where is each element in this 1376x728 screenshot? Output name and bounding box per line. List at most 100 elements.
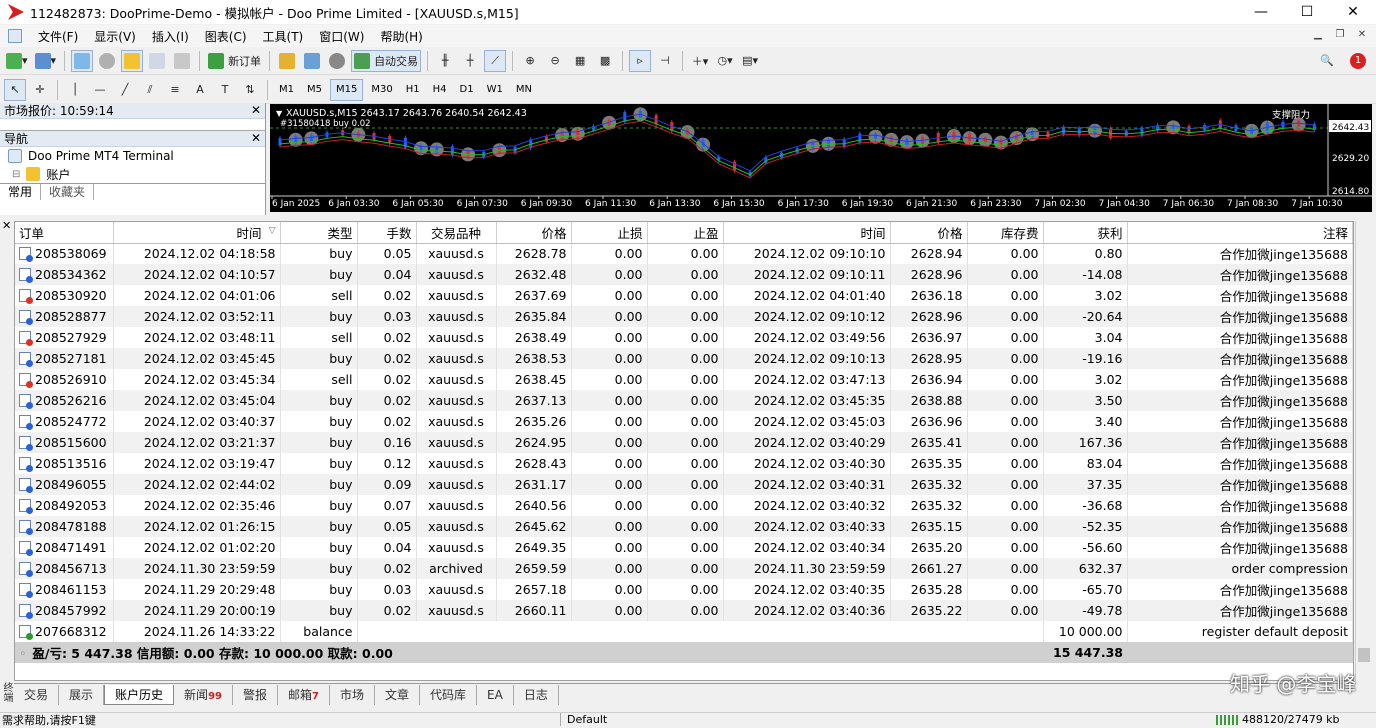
signals-icon[interactable] [301, 50, 323, 72]
minimize-button[interactable]: — [1238, 0, 1284, 24]
history-row[interactable]: 208527181 2024.12.02 03:45:45 buy 0.02 xauus… [15, 348, 1353, 369]
navigator-close-icon[interactable]: ✕ [251, 131, 261, 145]
navigator-toggle-icon[interactable] [121, 49, 144, 72]
arrows-icon[interactable]: ⇅ [239, 79, 261, 101]
close-button[interactable]: ✕ [1330, 0, 1376, 24]
new-chart-button[interactable]: ▾ [4, 50, 30, 72]
market-watch-close-icon[interactable]: ✕ [251, 103, 261, 117]
header-col-profit[interactable]: 获利 [1043, 222, 1128, 244]
history-row[interactable]: 208526910 2024.12.02 03:45:34 sell 0.02 xauu… [15, 369, 1353, 390]
history-row[interactable]: 208530920 2024.12.02 04:01:06 sell 0.02 xauu… [15, 285, 1353, 306]
data-window-icon[interactable] [96, 50, 118, 72]
cursor-icon[interactable]: ↖ [4, 78, 26, 101]
terminal-tab-8[interactable]: 代码库 [420, 684, 478, 705]
menu-help[interactable]: 帮助(H) [372, 28, 430, 45]
header-col-swap[interactable]: 库存费 [967, 222, 1044, 244]
candlestick-icon[interactable]: ┼ [459, 50, 481, 72]
terminal-tab-0[interactable]: 交易 [14, 684, 60, 705]
history-row[interactable]: 208457992 2024.11.29 20:00:19 buy 0.02 xauus… [15, 600, 1353, 621]
header-col-sl[interactable]: 止损 [571, 222, 648, 244]
header-col-close-time[interactable]: 时间 [723, 222, 891, 244]
header-col-order[interactable]: 订单 [15, 222, 114, 244]
terminal-tab-4[interactable]: 警报 [233, 684, 278, 705]
history-row[interactable]: 208478188 2024.12.02 01:26:15 buy 0.05 xauus… [15, 516, 1353, 537]
tab-favorites[interactable]: 收藏夹 [41, 184, 95, 200]
equidistant-channel-icon[interactable]: ⫽ [139, 79, 161, 101]
timeframe-mn[interactable]: MN [511, 79, 537, 101]
menu-window[interactable]: 窗口(W) [311, 28, 372, 45]
history-row[interactable]: 208524772 2024.12.02 03:40:37 buy 0.02 xauus… [15, 411, 1353, 432]
terminal-tab-10[interactable]: 日志 [514, 684, 559, 705]
history-row[interactable]: 208513516 2024.12.02 03:19:47 buy 0.12 xauus… [15, 453, 1353, 474]
mdi-restore-button[interactable]: ❐ [1332, 28, 1348, 42]
zoom-in-icon[interactable]: ⊕ [519, 50, 541, 72]
menu-app-icon[interactable] [0, 29, 30, 43]
crosshair-icon[interactable]: ✛ [29, 79, 51, 101]
vertical-scrollbar[interactable] [1355, 221, 1372, 681]
metaeditor-icon[interactable] [276, 50, 298, 72]
menu-view[interactable]: 显示(V) [86, 28, 144, 45]
bar-chart-icon[interactable]: ╫ [434, 50, 456, 72]
nav-terminal-root[interactable]: Doo Prime MT4 Terminal [0, 147, 265, 165]
timeframe-m30[interactable]: M30 [366, 79, 397, 101]
header-col-comment[interactable]: 注释 [1127, 222, 1353, 244]
history-row[interactable]: 208461153 2024.11.29 20:29:48 buy 0.03 xauus… [15, 579, 1353, 600]
header-col-symbol[interactable]: 交易品种 [416, 222, 497, 244]
timeframe-m1[interactable]: M1 [274, 79, 299, 101]
new-order-button[interactable]: 新订单 [206, 50, 263, 72]
timeframe-m5[interactable]: M5 [302, 79, 327, 101]
terminal-toggle-icon[interactable] [146, 50, 168, 72]
profiles-button[interactable]: ▾ [33, 50, 59, 72]
zoom-out-icon[interactable]: ⊖ [544, 50, 566, 72]
menu-charts[interactable]: 图表(C) [197, 28, 255, 45]
chart-grid-icon[interactable]: ▩ [594, 50, 616, 72]
header-col-tp[interactable]: 止盈 [647, 222, 724, 244]
tree-expand-icon[interactable]: ⊟ [12, 169, 20, 180]
header-col-close-price[interactable]: 价格 [890, 222, 968, 244]
market-watch-toggle-icon[interactable] [71, 49, 94, 72]
timeframe-m15[interactable]: M15 [330, 78, 364, 101]
text-label-icon[interactable]: T [214, 79, 236, 101]
history-row[interactable]: 208534362 2024.12.02 04:10:57 buy 0.04 xauus… [15, 264, 1353, 285]
header-col-lots[interactable]: 手数 [357, 222, 417, 244]
vps-icon[interactable] [326, 50, 348, 72]
menu-insert[interactable]: 插入(I) [144, 28, 197, 45]
terminal-tab-6[interactable]: 市场 [330, 684, 375, 705]
header-col-open-price[interactable]: 价格 [496, 222, 572, 244]
search-icon[interactable]: 🔍 [1316, 50, 1338, 72]
menu-file[interactable]: 文件(F) [30, 28, 86, 45]
terminal-tab-2[interactable]: 账户历史 [104, 684, 175, 705]
timeframe-h4[interactable]: H4 [428, 79, 452, 101]
menu-tools[interactable]: 工具(T) [255, 28, 312, 45]
terminal-tab-7[interactable]: 文章 [375, 684, 421, 705]
mdi-minimize-button[interactable]: ▁ [1310, 28, 1326, 42]
history-row[interactable]: 208528877 2024.12.02 03:52:11 buy 0.03 xauus… [15, 306, 1353, 327]
mdi-close-button[interactable]: ✕ [1354, 28, 1370, 42]
notification-badge[interactable]: 1 [1350, 52, 1366, 69]
nav-accounts[interactable]: ⊟ 账户 [0, 165, 265, 183]
chart-menu-icon[interactable]: ▼ [276, 109, 283, 118]
header-col-type[interactable]: 类型 [280, 222, 358, 244]
history-row[interactable]: 208515600 2024.12.02 03:21:37 buy 0.16 xauus… [15, 432, 1353, 453]
periods-button[interactable]: ◷▾ [714, 50, 736, 72]
history-row[interactable]: 208496055 2024.12.02 02:44:02 buy 0.09 xauus… [15, 474, 1353, 495]
history-row[interactable]: 208527929 2024.12.02 03:48:11 sell 0.02 xauu… [15, 327, 1353, 348]
tab-common[interactable]: 常用 [0, 184, 42, 200]
history-row[interactable]: 208471491 2024.12.02 01:02:20 buy 0.04 xauus… [15, 537, 1353, 558]
terminal-tab-1[interactable]: 展示 [59, 684, 105, 705]
chart-shift-icon[interactable]: ⊣ [654, 50, 676, 72]
history-row[interactable]: 207668312 2024.11.26 14:33:22 balance 10 00… [15, 621, 1353, 642]
tile-windows-icon[interactable]: ▦ [569, 50, 591, 72]
horizontal-line-icon[interactable]: — [89, 79, 111, 101]
scrollbar-thumb[interactable] [1358, 648, 1370, 662]
price-chart[interactable]: XAUUSD.s,M15 2643.17 2643.76 2640.54 264… [270, 104, 1372, 212]
history-row[interactable]: 208492053 2024.12.02 02:35:46 buy 0.07 xauus… [15, 495, 1353, 516]
text-icon[interactable]: A [189, 79, 211, 101]
terminal-tab-9[interactable]: EA [477, 684, 514, 705]
history-row[interactable]: 208538069 2024.12.02 04:18:58 buy 0.05 xauus… [15, 243, 1353, 264]
history-row[interactable]: 208526216 2024.12.02 03:45:04 buy 0.02 xauus… [15, 390, 1353, 411]
terminal-close-icon[interactable]: ✕ [2, 219, 14, 232]
timeframe-w1[interactable]: W1 [482, 79, 508, 101]
terminal-tab-5[interactable]: 邮箱7 [278, 684, 330, 705]
indicators-button[interactable]: ＋▾ [689, 50, 711, 72]
